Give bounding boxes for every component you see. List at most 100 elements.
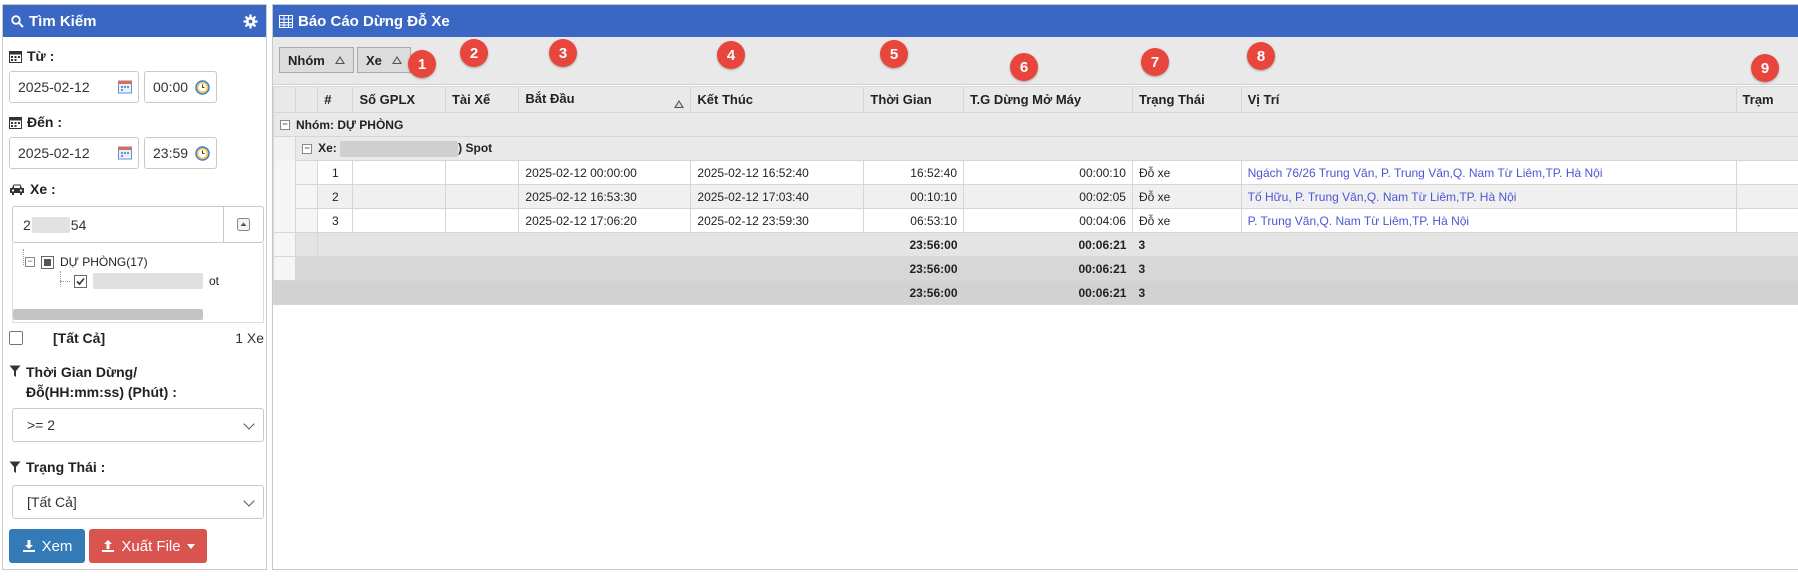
table-row[interactable]: 2 2025-02-12 16:53:30 2025-02-12 17:03:4… [272,184,1798,209]
checked-checkbox-icon[interactable] [74,274,87,288]
collapse-toggle-icon[interactable]: − [280,120,290,131]
col-header-station[interactable]: Trạm [1735,86,1798,113]
date-picker-icon[interactable] [118,146,132,160]
export-file-button[interactable]: Xuất File [89,529,207,563]
group-chip-group[interactable]: Nhóm [279,47,354,73]
report-header: Báo Cáo Dừng Đỗ Xe [273,5,1798,37]
location-link[interactable]: P. Trung Văn,Q. Nam Từ Liêm,TP. Hà Nội [1240,208,1737,233]
calendar-icon [9,116,22,129]
annotation-badge-4: 4 [717,41,745,69]
from-time-input[interactable]: 00:00 [144,71,217,103]
col-header-license[interactable]: Số GPLX [352,86,446,113]
cell-status: Đỗ xe [1131,208,1242,233]
table-row[interactable]: 3 2025-02-12 17:06:20 2025-02-12 23:59:3… [272,208,1798,233]
group-row[interactable]: − Nhóm: DỰ PHÒNG [273,112,1798,137]
table-header-row: # Số GPLX Tài Xế Bắt Đầu Kết Thúc Thời G… [272,86,1798,113]
col-header-status[interactable]: Trạng Thái [1131,86,1242,113]
annotation-badge-1: 1 [408,50,436,78]
report-panel: Báo Cáo Dừng Đỗ Xe Nhóm Xe # Số GPLX Tài… [272,4,1798,570]
car-icon [10,184,24,195]
to-time-input[interactable]: 23:59 [144,137,217,169]
cell-driver [444,160,520,185]
collapse-tree-button[interactable] [223,207,263,242]
vehicle-group-row[interactable]: − Xe: ) Spot [272,136,1798,161]
col-header-start[interactable]: Bắt Đầu [518,86,692,113]
location-link[interactable]: Tố Hữu, P. Trung Văn,Q. Nam Từ Liêm,TP. … [1240,184,1737,209]
table-icon [279,14,293,28]
report-title: Báo Cáo Dừng Đỗ Xe [298,12,450,30]
col-header-end[interactable]: Kết Thúc [690,86,865,113]
tree-group-node[interactable]: − DỰ PHÒNG(17) [25,255,148,269]
duration-select[interactable]: >= 2 [12,408,264,442]
gear-icon[interactable] [243,13,258,29]
date-picker-icon[interactable] [118,80,132,94]
redacted-text [31,216,70,233]
sort-asc-icon [334,56,345,64]
vehicle-count: 1 Xe [235,330,264,346]
table-row[interactable]: 1 2025-02-12 00:00:00 2025-02-12 16:52:4… [272,160,1798,185]
select-all-label: [Tất Cả] [53,330,106,346]
cell-status: Đỗ xe [1131,184,1242,209]
annotation-badge-3: 3 [549,39,577,67]
vehicle-combobox[interactable]: 2 54 [12,206,264,243]
vehicle-summary-row: 23:56:00 00:06:21 3 [272,232,1798,257]
view-button[interactable]: Xem [9,529,85,563]
col-header-duration[interactable]: Thời Gian [863,86,964,113]
cell-license [352,160,446,185]
col-header-engine-on[interactable]: T.G Dừng Mở Máy [963,86,1133,113]
cell-engine-on: 00:02:05 [963,184,1133,209]
total-count: 3 [1132,256,1798,281]
cell-driver [444,184,520,209]
annotation-badge-9: 9 [1751,54,1779,82]
header-spacer [295,86,319,113]
export-icon [102,540,115,552]
search-panel: Tìm Kiếm Từ : 2025-02-12 00:00 Đến : 202… [2,4,267,570]
total-duration: 23:56:00 [863,256,964,281]
collapse-toggle-icon[interactable]: − [25,257,35,267]
cell-end: 2025-02-12 16:52:40 [690,160,865,185]
report-table: # Số GPLX Tài Xế Bắt Đầu Kết Thúc Thời G… [272,86,1798,305]
total-engine-on: 00:06:21 [963,232,1133,257]
total-duration: 23:56:00 [863,280,964,305]
sort-asc-icon [674,100,685,108]
cell-start: 2025-02-12 00:00:00 [518,160,692,185]
status-select[interactable]: [Tất Cả] [12,485,264,519]
total-count: 3 [1132,280,1798,305]
total-count: 3 [1132,232,1798,257]
chevron-down-icon [243,418,255,430]
horizontal-scrollbar[interactable] [13,309,203,320]
partial-checkbox-icon[interactable] [41,255,54,269]
col-header-driver[interactable]: Tài Xế [444,86,520,113]
group-chip-vehicle[interactable]: Xe [357,47,411,73]
cell-end: 2025-02-12 23:59:30 [690,208,865,233]
filter-icon [9,461,21,473]
cell-index: 1 [317,160,354,185]
header-spacer [272,86,297,113]
sort-asc-icon [391,56,402,64]
collapse-toggle-icon[interactable]: − [302,143,313,154]
clock-icon[interactable] [195,146,210,161]
search-panel-header: Tìm Kiếm [3,5,266,37]
download-icon [22,540,35,552]
select-all-row: [Tất Cả] 1 Xe [9,330,264,346]
annotation-badge-5: 5 [880,40,908,68]
to-date-input[interactable]: 2025-02-12 [9,137,139,169]
col-header-index[interactable]: # [317,86,354,113]
chevron-up-icon [237,218,250,231]
group-summary-row: 23:56:00 00:06:21 3 [272,256,1798,281]
tree-vehicle-node[interactable]: ot [74,273,219,289]
cell-engine-on: 00:00:10 [963,160,1133,185]
select-all-checkbox[interactable] [9,331,23,345]
redacted-text [93,273,203,289]
location-link[interactable]: Ngách 76/26 Trung Văn, P. Trung Văn,Q. N… [1240,160,1737,185]
caret-down-icon [186,543,195,549]
cell-end: 2025-02-12 17:03:40 [690,184,865,209]
cell-duration: 16:52:40 [863,160,964,185]
col-header-location[interactable]: Vị Trí [1240,86,1737,113]
cell-index: 3 [317,208,354,233]
cell-index: 2 [317,184,354,209]
cell-station [1735,160,1798,185]
from-date-input[interactable]: 2025-02-12 [9,71,139,103]
clock-icon[interactable] [195,80,210,95]
from-label: Từ : [9,48,54,64]
